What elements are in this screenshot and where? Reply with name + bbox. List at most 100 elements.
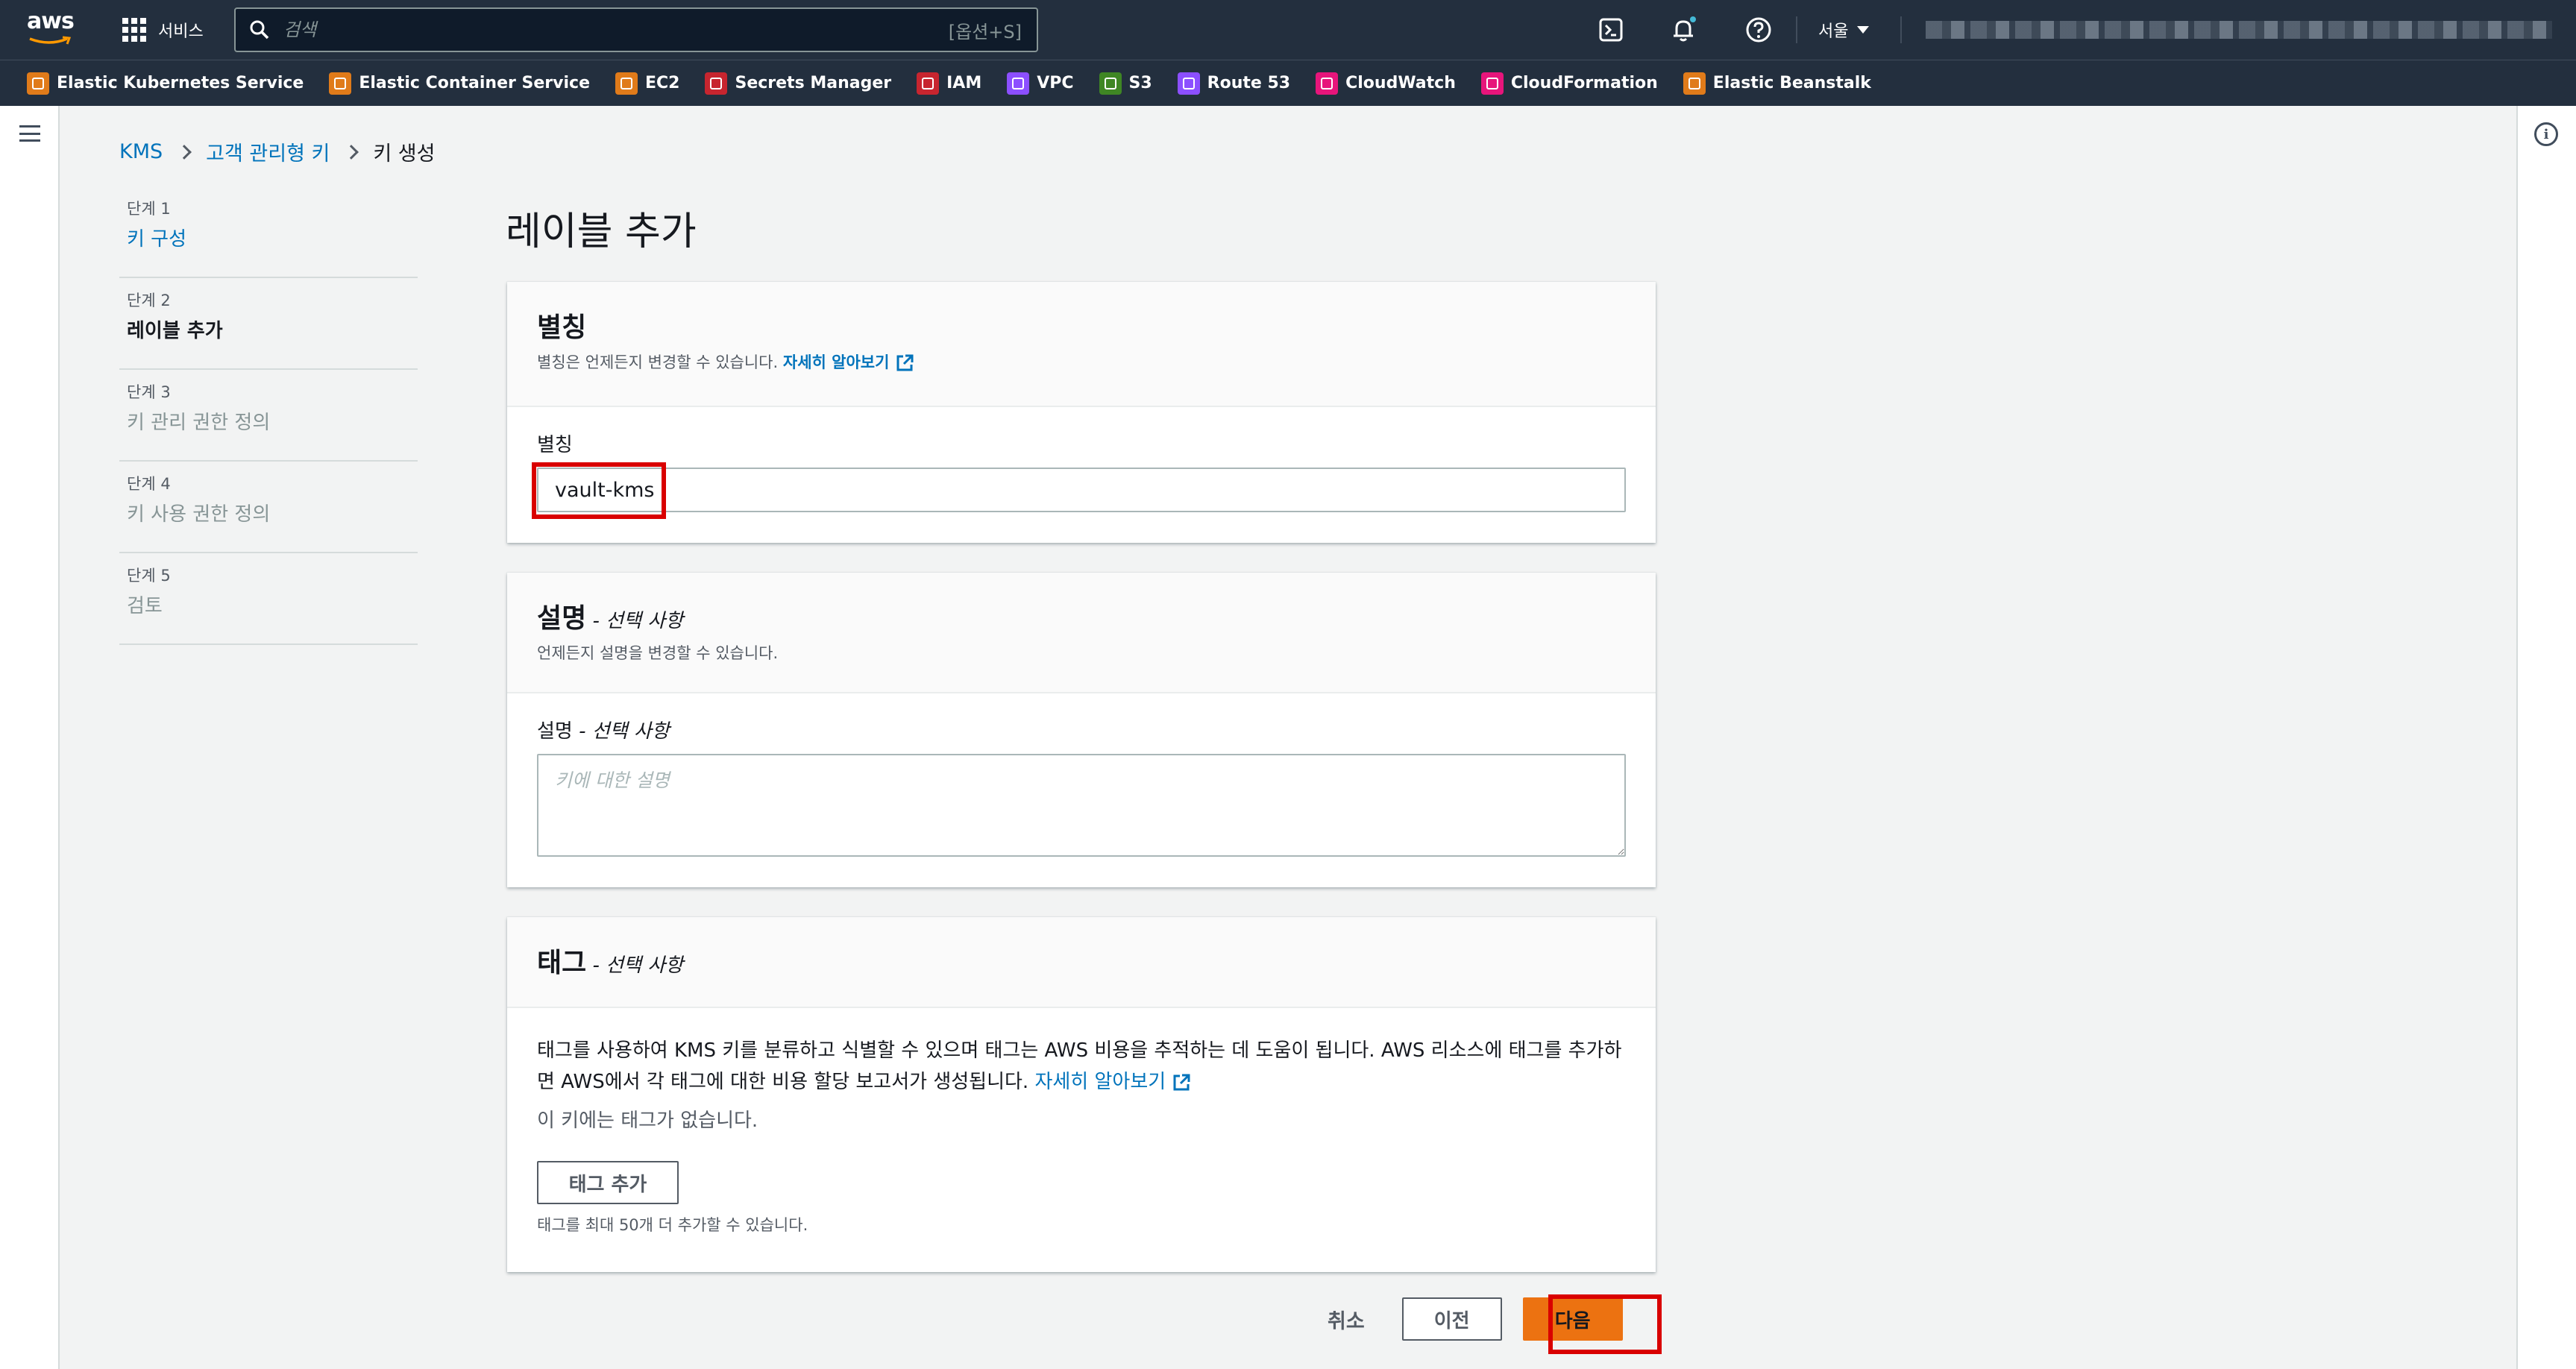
favorite-label: Elastic Container Service — [359, 74, 590, 92]
favorites-bar: Elastic Kubernetes Service Elastic Contai… — [0, 60, 2576, 106]
service-icon — [615, 72, 638, 95]
wizard-step: 단계 3 키 관리 권한 정의 — [119, 370, 418, 462]
cancel-button[interactable]: 취소 — [1328, 1305, 1365, 1334]
info-icon[interactable]: i — [2534, 122, 2558, 146]
favorite-item[interactable]: CloudFormation — [1480, 72, 1658, 95]
search-bar[interactable]: [옵션+S] — [234, 7, 1038, 52]
favorite-item[interactable]: Elastic Beanstalk — [1683, 72, 1871, 95]
favorite-label: CloudFormation — [1510, 74, 1658, 92]
description-panel: 설명 - 선택 사항 언제든지 설명을 변경할 수 있습니다. 설명 - 선택 … — [507, 573, 1656, 887]
description-title-text: 설명 — [537, 603, 587, 634]
step-number: 단계 1 — [127, 200, 171, 218]
description-panel-header: 설명 - 선택 사항 언제든지 설명을 변경할 수 있습니다. — [507, 573, 1656, 693]
bell-icon[interactable] — [1669, 15, 1699, 45]
alias-panel-header: 별칭 별칭은 언제든지 변경할 수 있습니다. 자세히 알아보기 — [507, 282, 1656, 407]
favorite-item[interactable]: IAM — [917, 72, 981, 95]
description-panel-description: 언제든지 설명을 변경할 수 있습니다. — [537, 644, 779, 662]
alias-input[interactable] — [537, 468, 1626, 512]
service-icon — [27, 72, 49, 95]
favorite-item[interactable]: Secrets Manager — [705, 72, 891, 95]
alias-panel: 별칭 별칭은 언제든지 변경할 수 있습니다. 자세히 알아보기 별칭 — [507, 282, 1656, 543]
alias-panel-title: 별칭 — [537, 312, 587, 343]
favorite-item[interactable]: Elastic Container Service — [329, 72, 590, 95]
step-label: 레이블 추가 — [127, 320, 223, 342]
alias-learn-more-link[interactable]: 자세히 알아보기 — [783, 353, 915, 371]
wizard-step[interactable]: 단계 1 키 구성 — [119, 186, 418, 278]
search-shortcut: [옵션+S] — [948, 21, 1022, 43]
add-tag-button[interactable]: 태그 추가 — [537, 1161, 679, 1204]
region-label: 서울 — [1818, 22, 1849, 41]
step-label[interactable]: 키 구성 — [127, 224, 410, 251]
favorite-label: Secrets Manager — [735, 74, 892, 92]
step-label: 키 관리 권한 정의 — [127, 412, 271, 434]
favorite-item[interactable]: EC2 — [615, 72, 679, 95]
service-icon — [1177, 72, 1200, 95]
previous-button[interactable]: 이전 — [1401, 1297, 1502, 1341]
step-label: 검토 — [127, 595, 163, 617]
services-label: 서비스 — [158, 22, 204, 41]
tags-panel-title: 태그 - 선택 사항 — [537, 941, 1626, 980]
alias-panel-description: 별칭은 언제든지 변경할 수 있습니다. 자세히 알아보기 — [537, 350, 1626, 373]
breadcrumb-customer-managed-keys[interactable]: 고객 관리형 키 — [206, 137, 330, 166]
description-field-label-text: 설명 — [537, 720, 573, 743]
tags-description: 태그를 사용하여 KMS 키를 분류하고 식별할 수 있으며 태그는 AWS 비… — [537, 1035, 1626, 1098]
left-rail — [0, 106, 60, 1369]
favorite-label: Route 53 — [1207, 74, 1291, 92]
aws-logo[interactable]: aws — [27, 10, 75, 49]
favorite-label: CloudWatch — [1345, 74, 1456, 92]
service-icon — [1480, 72, 1504, 95]
favorite-item[interactable]: CloudWatch — [1316, 72, 1456, 95]
description-textarea[interactable] — [537, 754, 1626, 857]
right-rail: i — [2516, 106, 2576, 1369]
alias-desc-text: 별칭은 언제든지 변경할 수 있습니다. — [537, 353, 779, 371]
chevron-right-icon — [177, 144, 192, 160]
favorite-label: VPC — [1037, 74, 1074, 92]
favorite-item[interactable]: VPC — [1007, 72, 1074, 95]
caret-down-icon — [1857, 26, 1870, 34]
no-tags-message: 이 키에는 태그가 없습니다. — [537, 1110, 758, 1132]
favorite-label: IAM — [946, 74, 982, 92]
page-title: 레이블 추가 — [506, 210, 697, 254]
optional-label: - 선택 사항 — [572, 720, 670, 743]
account-menu-blurred[interactable] — [1926, 21, 2552, 39]
tags-title-text: 태그 — [537, 948, 587, 978]
aws-smile-icon — [29, 36, 72, 45]
tags-learn-more-link[interactable]: 자세히 알아보기 — [1034, 1071, 1191, 1093]
step-number: 단계 2 — [127, 292, 171, 309]
breadcrumb-kms[interactable]: KMS — [119, 140, 163, 163]
description-field-label: 설명 - 선택 사항 — [537, 716, 1626, 743]
service-icon — [329, 72, 352, 95]
search-input[interactable] — [283, 19, 949, 40]
favorite-item[interactable]: Route 53 — [1177, 72, 1291, 95]
menu-icon[interactable] — [19, 125, 40, 142]
next-button[interactable]: 다음 — [1522, 1297, 1623, 1341]
cloudshell-icon[interactable] — [1596, 15, 1626, 45]
favorite-item[interactable]: Elastic Kubernetes Service — [27, 72, 304, 95]
alias-panel-body: 별칭 — [507, 407, 1656, 539]
description-panel-body: 설명 - 선택 사항 — [507, 693, 1656, 887]
service-icon — [1683, 72, 1706, 95]
favorite-item[interactable]: S3 — [1099, 72, 1152, 95]
tags-limit-hint: 태그를 최대 50개 더 추가할 수 있습니다. — [537, 1216, 808, 1234]
tags-panel-body: 태그를 사용하여 KMS 키를 분류하고 식별할 수 있으며 태그는 AWS 비… — [507, 1008, 1656, 1262]
service-icon — [1007, 72, 1030, 95]
service-icon — [1099, 72, 1122, 95]
breadcrumb: KMS 고객 관리형 키 키 생성 — [119, 137, 435, 166]
help-icon[interactable] — [1744, 15, 1774, 45]
region-selector[interactable]: 서울 — [1818, 15, 1870, 45]
wizard-step: 단계 2 레이블 추가 — [119, 278, 418, 370]
top-navigation: aws 서비스 [옵션+S] — [0, 0, 2576, 60]
step-number: 단계 4 — [127, 475, 171, 493]
wizard-footer: 취소 이전 다음 — [1328, 1297, 1623, 1341]
favorite-label: Elastic Beanstalk — [1712, 74, 1871, 92]
service-icon — [917, 72, 940, 95]
search-icon — [250, 20, 269, 40]
optional-label: - 선택 사항 — [586, 610, 684, 632]
tags-panel: 태그 - 선택 사항 태그를 사용하여 KMS 키를 분류하고 식별할 수 있으… — [507, 917, 1656, 1272]
step-number: 단계 5 — [127, 567, 171, 585]
alias-field-label: 별칭 — [537, 434, 573, 456]
service-icon — [705, 72, 728, 95]
favorite-label: S3 — [1128, 74, 1152, 92]
description-panel-title: 설명 - 선택 사항 — [537, 597, 1626, 635]
services-menu-button[interactable]: 서비스 — [122, 13, 204, 46]
